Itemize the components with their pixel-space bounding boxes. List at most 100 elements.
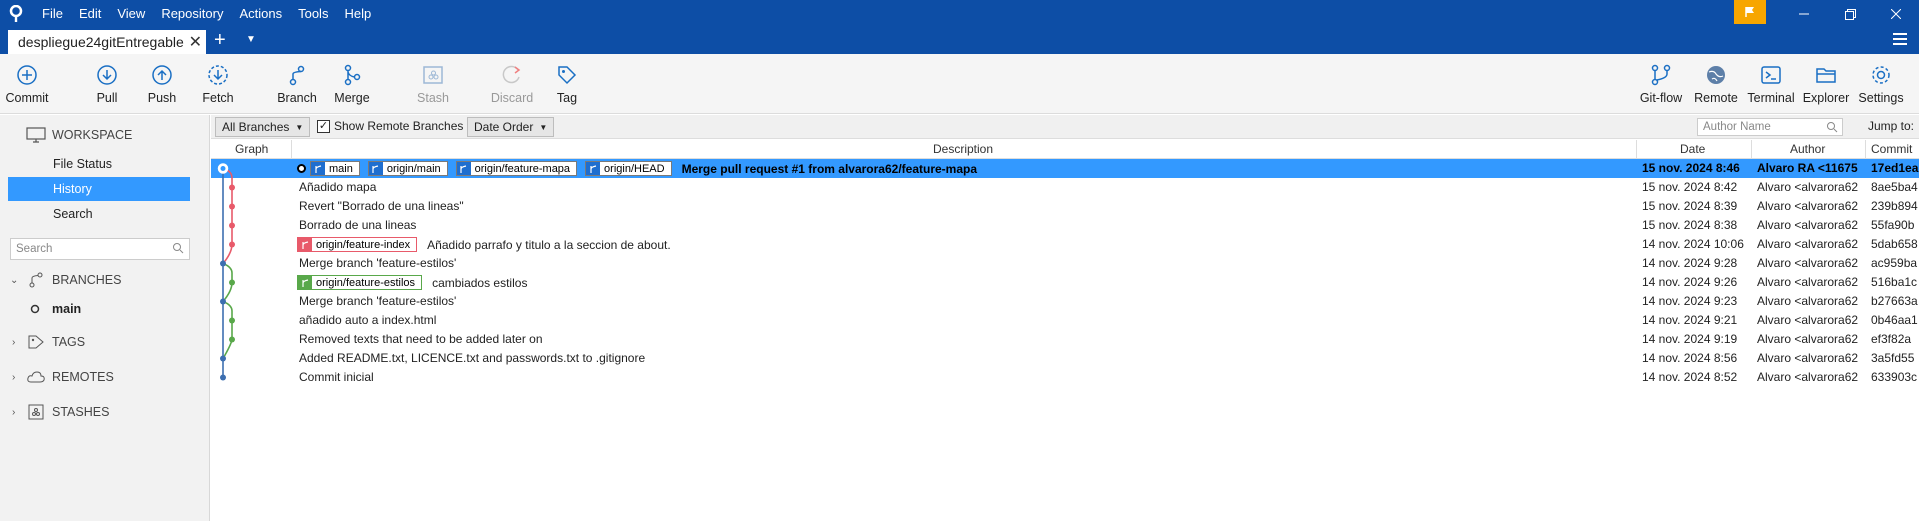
menu-file[interactable]: File [34, 0, 71, 28]
sidebar-item-file-status[interactable]: File Status [8, 152, 190, 176]
commit-author: Alvaro <alvarora62 [1757, 218, 1859, 232]
commit-hash: b27663a [1871, 294, 1918, 308]
restore-icon [1844, 8, 1856, 20]
commit-row[interactable]: origin/feature-estilos cambiados estilos… [211, 273, 1919, 292]
commit-message: Merge branch 'feature-estilos' [299, 294, 457, 308]
fetch-button[interactable]: Fetch [188, 62, 248, 105]
hamburger-menu-icon[interactable] [1893, 33, 1907, 48]
cloud-icon [26, 369, 46, 385]
commit-row[interactable]: añadido auto a index.html 14 nov. 2024 9… [211, 311, 1919, 330]
branch-button[interactable]: Branch [267, 62, 327, 105]
commit-row[interactable]: Merge branch 'feature-estilos' 14 nov. 2… [211, 254, 1919, 273]
menu-repository[interactable]: Repository [153, 0, 231, 28]
remote-button[interactable]: Remote [1686, 62, 1746, 105]
branches-filter-select[interactable]: All Branches ▼ [215, 117, 311, 137]
workspace-section[interactable]: WORKSPACE [26, 127, 132, 143]
chevron-down-icon[interactable]: ⌄ [10, 275, 18, 286]
restore-button[interactable] [1827, 0, 1873, 28]
order-select[interactable]: Date Order ▼ [467, 117, 555, 137]
commit-button[interactable]: Commit [0, 62, 57, 105]
col-date[interactable]: Date [1680, 142, 1705, 156]
commit-message: Merge pull request #1 from alvarora62/fe… [681, 161, 978, 176]
col-description[interactable]: Description [933, 142, 993, 156]
menu-edit[interactable]: Edit [71, 0, 109, 28]
merge-button[interactable]: Merge [322, 62, 382, 105]
flag-button[interactable] [1734, 0, 1766, 24]
chevron-right-icon[interactable]: › [12, 337, 15, 348]
tag-button[interactable]: Tag [537, 62, 597, 105]
commit-author: Alvaro <alvarora62 [1757, 294, 1859, 308]
branch-tag[interactable]: origin/feature-estilos [297, 275, 423, 290]
commit-row[interactable]: Revert "Borrado de una lineas" 15 nov. 2… [211, 197, 1919, 216]
graph-node [220, 298, 226, 305]
jump-to-label: Jump to: [1868, 119, 1915, 133]
stashes-section[interactable]: STASHES [26, 404, 109, 420]
branch-tag[interactable]: origin/HEAD [585, 161, 672, 176]
menu-tools[interactable]: Tools [290, 0, 336, 28]
commit-row[interactable]: origin/feature-index Añadido parrafo y t… [211, 235, 1919, 254]
branch-tag[interactable]: main [310, 161, 360, 176]
menu-help[interactable]: Help [336, 0, 379, 28]
commit-date: 14 nov. 2024 8:56 [1642, 351, 1738, 365]
commit-row[interactable]: Removed texts that need to be added late… [211, 330, 1919, 349]
push-button[interactable]: Push [132, 62, 192, 105]
tab-repository[interactable]: despliegue24gitEntregable ✕ [8, 30, 206, 54]
show-remote-branches-checkbox[interactable]: ✓ Show Remote Branches [317, 119, 463, 133]
chevron-right-icon[interactable]: › [12, 372, 15, 383]
sidebar-item-history[interactable]: History [8, 177, 190, 201]
pull-icon [96, 62, 118, 88]
commit-row[interactable]: Borrado de una lineas 15 nov. 2024 8:38 … [211, 216, 1919, 235]
branch-tag[interactable]: origin/main [367, 161, 448, 176]
chevron-down-icon: ▼ [295, 122, 304, 132]
new-tab-icon[interactable]: + [214, 30, 226, 50]
remotes-section[interactable]: REMOTES [26, 369, 114, 385]
commit-message: Removed texts that need to be added late… [299, 332, 543, 346]
col-commit[interactable]: Commit [1871, 142, 1912, 156]
terminal-button[interactable]: Terminal [1741, 62, 1801, 105]
sidebar-item-search[interactable]: Search [8, 202, 190, 226]
commit-row[interactable]: Añadido mapa 15 nov. 2024 8:42 Alvaro <a… [211, 178, 1919, 197]
sidebar-search-input[interactable]: Search [10, 238, 190, 260]
discard-button[interactable]: Discard [482, 62, 542, 105]
minimize-button[interactable] [1781, 0, 1827, 28]
menu-actions[interactable]: Actions [231, 0, 290, 28]
menu-view[interactable]: View [109, 0, 153, 28]
close-window-button[interactable] [1873, 0, 1919, 28]
commit-message: Added README.txt, LICENCE.txt and passwo… [299, 351, 646, 365]
graph-node [229, 241, 235, 248]
sidebar: WORKSPACE File Status History Search Sea… [0, 115, 210, 521]
branch-tag[interactable]: origin/feature-mapa [455, 161, 578, 176]
tags-section[interactable]: TAGS [26, 334, 85, 350]
commit-date: 14 nov. 2024 9:23 [1642, 294, 1738, 308]
commit-row[interactable]: Commit inicial 14 nov. 2024 8:52 Alvaro … [211, 368, 1919, 387]
remotes-label: REMOTES [52, 370, 114, 384]
commit-row[interactable]: Added README.txt, LICENCE.txt and passwo… [211, 349, 1919, 368]
commit-author: Alvaro <alvarora62 [1757, 370, 1859, 384]
commit-author: Alvaro <alvarora62 [1757, 256, 1859, 270]
gitflow-button[interactable]: Git-flow [1631, 62, 1691, 105]
chevron-right-icon[interactable]: › [12, 407, 15, 418]
workspace-label: WORKSPACE [52, 128, 133, 142]
commit-message: Merge branch 'feature-estilos' [299, 256, 457, 270]
commit-row[interactable]: Merge branch 'feature-estilos' 14 nov. 2… [211, 292, 1919, 311]
branch-tag[interactable]: origin/feature-index [297, 237, 418, 252]
tag-icon [556, 62, 578, 88]
explorer-button[interactable]: Explorer [1796, 62, 1856, 105]
tab-close-icon[interactable]: ✕ [189, 32, 202, 52]
branches-section[interactable]: BRANCHES [26, 272, 121, 288]
col-graph[interactable]: Graph [235, 142, 268, 156]
graph-node [229, 279, 235, 286]
tab-dropdown-icon[interactable]: ▼ [246, 34, 256, 45]
commit-author: Alvaro <alvarora62 [1757, 351, 1859, 365]
col-author[interactable]: Author [1790, 142, 1825, 156]
gitflow-icon [1650, 62, 1672, 88]
stash-button[interactable]: Stash [403, 62, 463, 105]
flag-icon [1745, 7, 1754, 17]
commit-row[interactable]: main origin/main origin/feature-mapa ori… [211, 159, 1919, 178]
settings-button[interactable]: Settings [1851, 62, 1911, 105]
search-icon [173, 243, 184, 254]
sidebar-branch-main[interactable]: main [30, 297, 190, 321]
pull-button[interactable]: Pull [77, 62, 137, 105]
author-search-input[interactable]: Author Name [1697, 118, 1843, 136]
terminal-icon [1760, 62, 1782, 88]
